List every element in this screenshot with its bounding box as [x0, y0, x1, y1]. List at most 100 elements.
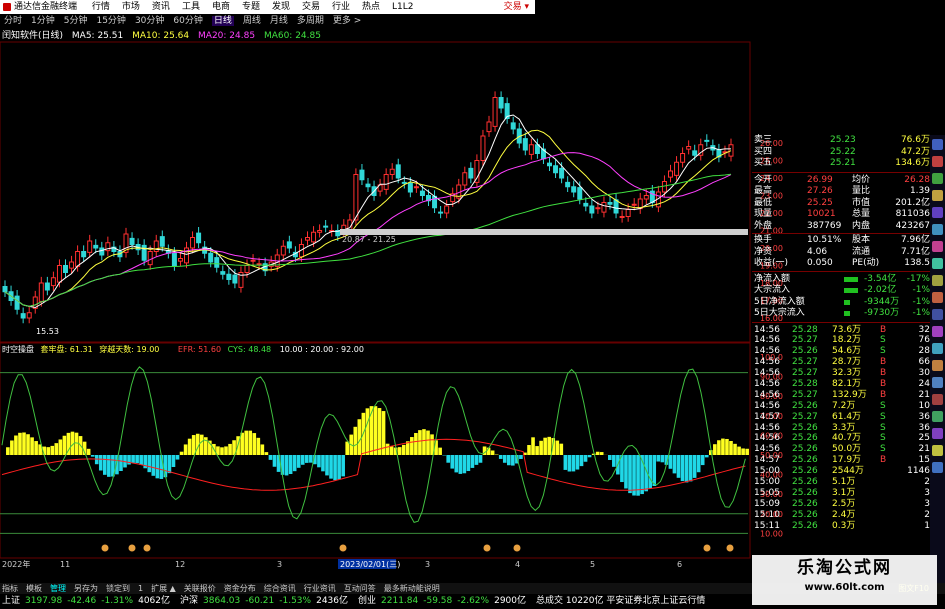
osc-bar-negative: [563, 455, 568, 470]
date-label: 3: [277, 560, 282, 569]
bottom-tab[interactable]: 管理: [50, 584, 66, 593]
sidebar-tool-icon[interactable]: [932, 462, 943, 473]
sidebar-tool-icon[interactable]: [932, 224, 943, 235]
bottom-tab[interactable]: 最多新动能说明: [384, 584, 440, 593]
sidebar-tool-icon[interactable]: [932, 156, 943, 167]
tick-count: 25: [918, 433, 930, 444]
bottom-tab[interactable]: 资金分布: [224, 584, 256, 593]
tick-volume: 132.9万: [832, 389, 867, 400]
candle-body: [686, 146, 692, 150]
osc-bar-negative: [632, 455, 636, 496]
osc-bar-negative: [300, 455, 305, 465]
tick-volume: 7.2万: [832, 400, 856, 411]
tick-count: 21: [918, 444, 930, 455]
osc-bar-positive: [713, 444, 717, 455]
tick-side: S: [880, 411, 886, 422]
candle-body: [589, 205, 595, 214]
osc-bar-positive: [559, 443, 564, 455]
candle-body: [395, 164, 401, 179]
sidebar-tool-icon[interactable]: [932, 292, 943, 303]
sidebar-tool-icon[interactable]: [932, 445, 943, 456]
stat-value: 7.71亿: [900, 246, 930, 257]
tick-time: 14:56: [754, 400, 780, 411]
sidebar-tool-icon[interactable]: [932, 173, 943, 184]
bottom-tab[interactable]: 1: [138, 584, 143, 593]
index-change: -42.46: [67, 596, 97, 606]
sidebar-tool-icon[interactable]: [932, 343, 943, 354]
osc-bar-negative: [567, 455, 572, 472]
osc-bar-positive: [721, 438, 725, 455]
candle-body: [547, 162, 552, 167]
osc-bar-positive: [527, 445, 531, 455]
stat-label: 最低: [754, 197, 773, 208]
tick-count: 76: [918, 335, 930, 346]
bottom-tab[interactable]: 指标: [2, 584, 18, 593]
bottom-tab[interactable]: 综合资讯: [264, 584, 296, 593]
bottom-tab[interactable]: 扩展 ▲: [151, 584, 176, 593]
sidebar-tool-icon[interactable]: [932, 309, 943, 320]
osc-bar-negative: [676, 455, 681, 478]
bottom-tab[interactable]: 互动问答: [344, 584, 376, 593]
flow-row: 5日净流入额 -9344万 -1%: [752, 297, 930, 309]
tick-time: 14:57: [754, 455, 780, 466]
stat-value: 201.2亿: [895, 197, 930, 208]
tick-price: 25.28: [792, 378, 818, 389]
tick-side: S: [880, 422, 886, 433]
osc-bar-positive: [30, 437, 34, 455]
candle-body: [99, 247, 105, 256]
tick-time: 14:56: [754, 389, 780, 400]
osc-bar-positive: [14, 435, 18, 455]
sidebar-tool-icon[interactable]: [932, 360, 943, 371]
osc-bar-positive: [531, 437, 535, 455]
sidebar-tool-icon[interactable]: [932, 326, 943, 337]
stat-label: 收益(一): [754, 258, 789, 268]
osc-bar-negative: [579, 455, 584, 467]
osc-bar-positive: [543, 437, 547, 455]
candle-body: [171, 252, 177, 266]
divider: [752, 320, 930, 323]
bottom-tab[interactable]: 另存为: [74, 584, 98, 593]
bottom-tab[interactable]: 锁定到: [106, 584, 130, 593]
flow-bar: [844, 311, 850, 316]
order-label: 卖三: [754, 135, 773, 145]
osc-bar-negative: [139, 455, 143, 466]
candle-body: [93, 244, 99, 249]
signal-marker-icon: [483, 544, 491, 552]
sidebar-tool-icon[interactable]: [932, 377, 943, 388]
sidebar-tool-icon[interactable]: [932, 428, 943, 439]
osc-bar-negative: [608, 455, 612, 460]
sidebar-tool-icon[interactable]: [932, 411, 943, 422]
sidebar-tool-icon[interactable]: [932, 241, 943, 252]
sidebar-tool-icon[interactable]: [932, 258, 943, 269]
tick-time: 14:56: [754, 378, 780, 389]
bottom-tab[interactable]: 行业资讯: [304, 584, 336, 593]
tick-time: 15:05: [754, 487, 780, 498]
osc-bar-positive: [179, 451, 184, 455]
order-book-row: 买四 25.22 47.2万: [752, 147, 930, 159]
stat-value: 0.050: [807, 258, 833, 268]
osc-bar-negative: [325, 455, 329, 476]
candle-body: [353, 174, 359, 221]
candle-body: [38, 282, 44, 302]
osc-bar-positive: [54, 443, 59, 455]
tick-price: 25.27: [792, 357, 818, 368]
osc-bar-negative: [660, 455, 665, 463]
order-volume: 134.6万: [895, 158, 930, 168]
bottom-tab[interactable]: 模板: [26, 584, 42, 593]
right-sidebar: [930, 135, 945, 595]
candle-body: [631, 203, 637, 206]
sidebar-tool-icon[interactable]: [932, 394, 943, 405]
sidebar-tool-icon[interactable]: [932, 190, 943, 201]
osc-bar-positive: [256, 437, 261, 455]
sidebar-tool-icon[interactable]: [932, 207, 943, 218]
candle-body: [674, 161, 680, 176]
sidebar-tool-icon[interactable]: [932, 139, 943, 150]
tick-price: 25.28: [792, 324, 818, 335]
tick-time: 14:56: [754, 368, 780, 379]
candle-body: [311, 231, 317, 243]
sidebar-tool-icon[interactable]: [932, 275, 943, 286]
candle-body: [728, 144, 734, 157]
low-price-label: 15.53: [36, 327, 59, 336]
candle-body: [419, 190, 425, 196]
bottom-tab[interactable]: 关联报价: [184, 584, 216, 593]
